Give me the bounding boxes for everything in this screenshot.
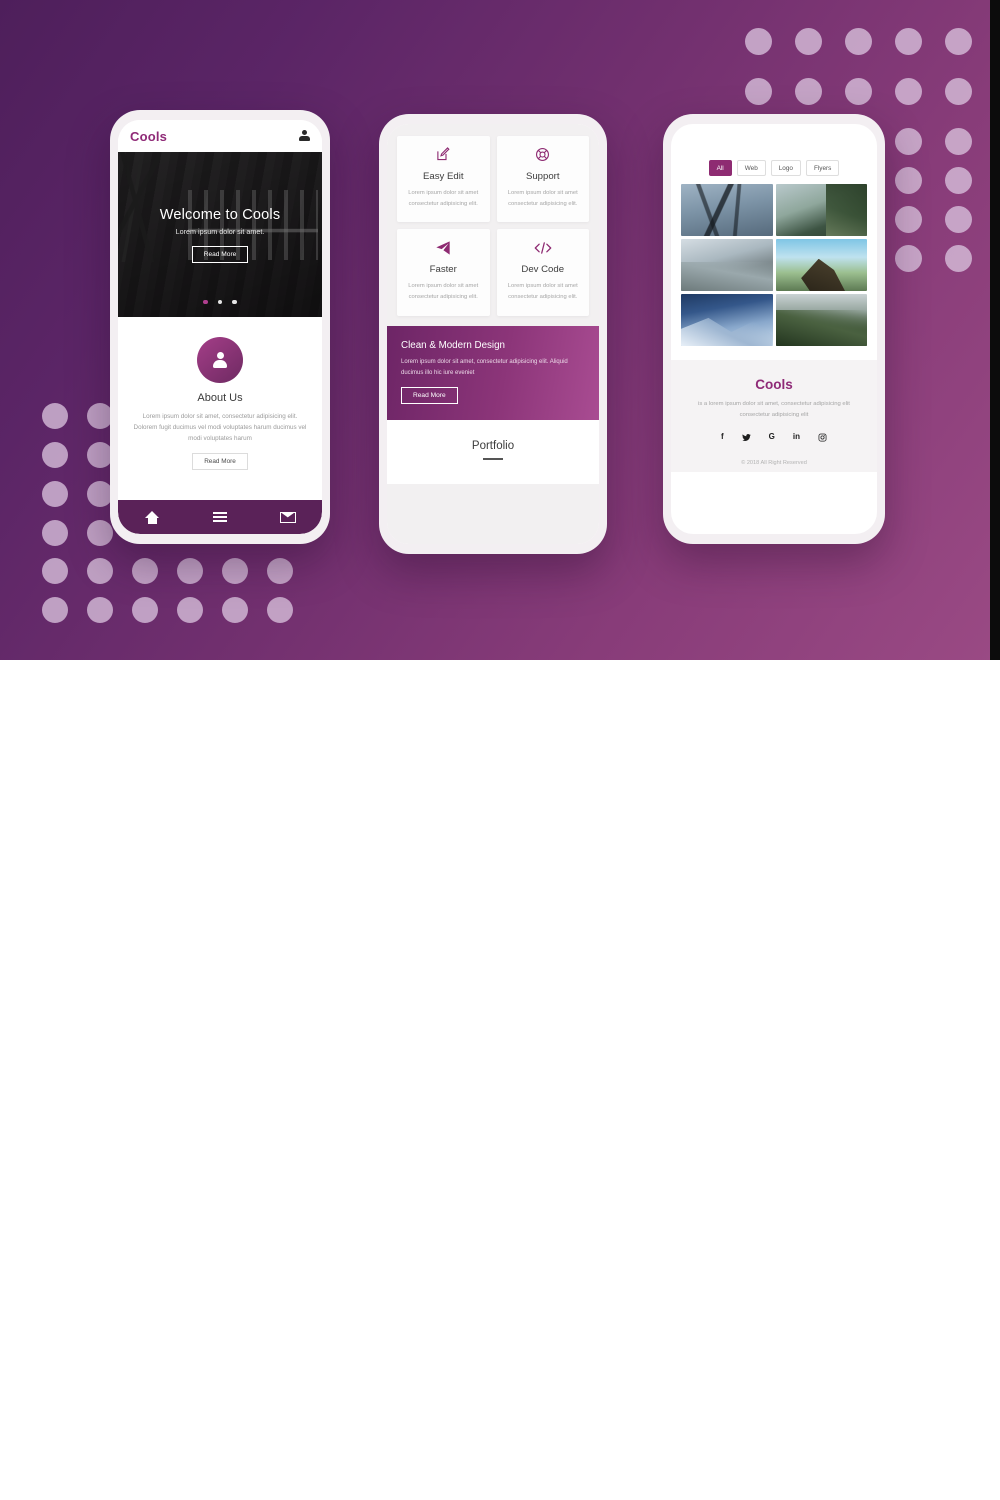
cta-read-more-button[interactable]: Read More [401, 387, 458, 405]
footer-brand: Cools [755, 377, 793, 392]
phone-mockup-features: Easy Edit Lorem ipsum dolor sit amet con… [379, 114, 607, 554]
feature-text: Lorem ipsum dolor sit amet consectetur a… [507, 190, 578, 207]
gallery-item[interactable] [681, 184, 773, 236]
feature-title: Faster [429, 264, 457, 276]
user-icon[interactable] [299, 130, 310, 142]
hero-slider: Welcome to Cools Lorem ipsum dolor sit a… [118, 152, 322, 317]
feature-text: Lorem ipsum dolor sit amet consectetur a… [507, 283, 578, 301]
phone-mockup-portfolio: All Web Logo Flyers Cools is a lorem ips… [663, 114, 885, 544]
copyright-text: © 2018 All Right Reserved [741, 459, 807, 466]
about-title: About Us [197, 392, 243, 404]
facebook-icon[interactable]: f [721, 432, 724, 444]
dot-pattern-top-right-lower [895, 128, 995, 284]
phone1-screen: Cools Welcome to Cools Lorem ipsum dolor… [118, 120, 322, 534]
phone-mockup-home: Cools Welcome to Cools Lorem ipsum dolor… [110, 110, 330, 544]
feature-card-support[interactable]: Support Lorem ipsum dolor sit amet conse… [496, 136, 589, 223]
promo-banner: Cools Welcome to Cools Lorem ipsum dolor… [0, 0, 1000, 660]
slider-dot-3[interactable] [232, 299, 237, 304]
phone3-screen: All Web Logo Flyers Cools is a lorem ips… [671, 124, 877, 534]
twitter-icon[interactable] [742, 433, 751, 444]
feature-grid: Easy Edit Lorem ipsum dolor sit amet con… [387, 124, 599, 316]
linkedin-icon[interactable]: in [793, 432, 800, 444]
cta-title: Clean & Modern Design [401, 339, 506, 351]
person-avatar-icon [197, 337, 243, 383]
gallery-item[interactable] [775, 239, 867, 291]
lifebuoy-icon [505, 146, 582, 163]
feature-title: Easy Edit [422, 171, 464, 182]
feature-text: Lorem ipsum dolor sit amet consectetur a… [408, 190, 479, 207]
about-read-more-button[interactable]: Read More [192, 453, 248, 471]
portfolio-heading-section: Portfolio [387, 420, 599, 485]
social-links: f G in [683, 432, 865, 444]
hero-title: Welcome to Cools [159, 206, 281, 223]
portfolio-filter-tabs: All Web Logo Flyers [671, 124, 877, 184]
slider-pagination[interactable] [118, 299, 322, 304]
instagram-icon[interactable] [818, 433, 827, 444]
cta-banner: Clean & Modern Design Lorem ipsum dolor … [387, 325, 599, 421]
feature-card-easy-edit[interactable]: Easy Edit Lorem ipsum dolor sit amet con… [397, 136, 490, 223]
cta-text: Lorem ipsum dolor sit amet, consectetur … [401, 358, 568, 376]
portfolio-title: Portfolio [471, 440, 515, 453]
title-underline [483, 458, 503, 461]
banner-right-edge [990, 0, 1000, 660]
slider-dot-2[interactable] [217, 299, 223, 304]
app-header: Cools [118, 120, 322, 152]
feature-text: Lorem ipsum dolor sit amet consectetur a… [408, 283, 479, 301]
feature-title: Dev Code [521, 264, 565, 276]
gallery-item[interactable] [681, 294, 773, 346]
hamburger-menu-icon[interactable] [212, 511, 227, 523]
dot-pattern-top-right-upper [745, 28, 1000, 128]
google-icon[interactable]: G [769, 432, 775, 444]
slider-dot-1[interactable] [203, 299, 208, 304]
hero-subtitle: Lorem ipsum dolor sit amet. [175, 226, 265, 236]
feature-title: Support [525, 171, 560, 182]
pen-edit-icon [405, 146, 482, 163]
bottom-nav [118, 500, 322, 534]
hero-read-more-button[interactable]: Read More [191, 245, 249, 263]
about-section: About Us Lorem ipsum dolor sit amet, con… [118, 317, 322, 471]
portfolio-gallery [671, 184, 877, 346]
feature-card-faster[interactable]: Faster Lorem ipsum dolor sit amet consec… [397, 229, 490, 316]
paper-plane-icon [405, 239, 482, 256]
app-logo[interactable]: Cools [130, 129, 167, 144]
gallery-item[interactable] [775, 294, 867, 346]
filter-chip-web[interactable]: Web [736, 160, 766, 176]
filter-chip-all[interactable]: All [708, 160, 732, 176]
footer-tagline: is a lorem ipsum dolor sit amet, consect… [698, 401, 850, 418]
home-icon[interactable] [144, 510, 160, 524]
dot-pattern-bottom-left-lower [42, 558, 312, 636]
gallery-item[interactable] [681, 239, 773, 291]
site-footer: Cools is a lorem ipsum dolor sit amet, c… [671, 360, 877, 472]
gallery-item[interactable] [775, 184, 867, 236]
code-brackets-icon [505, 239, 582, 256]
feature-card-dev-code[interactable]: Dev Code Lorem ipsum dolor sit amet cons… [496, 229, 589, 316]
phone2-screen: Easy Edit Lorem ipsum dolor sit amet con… [387, 124, 599, 544]
filter-chip-logo[interactable]: Logo [770, 160, 801, 176]
about-text: Lorem ipsum dolor sit amet, consectetur … [133, 413, 307, 443]
filter-chip-flyers[interactable]: Flyers [805, 160, 840, 176]
envelope-icon[interactable] [279, 511, 296, 523]
